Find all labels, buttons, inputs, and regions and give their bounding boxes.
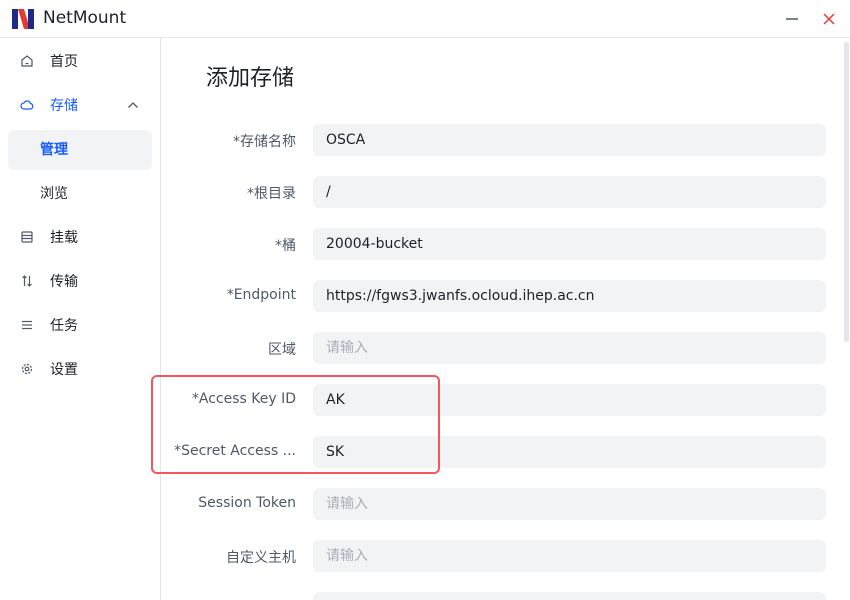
next-field-partial[interactable] [313,592,826,600]
sidebar-item-label: 设置 [50,362,78,378]
endpoint-label: *Endpoint [226,287,296,303]
list-icon [22,320,32,330]
sidebar-item-label: 首页 [50,54,78,70]
sidebar-item-tasks[interactable]: 任务 [8,306,152,346]
sidebar-item-settings[interactable]: 设置 [8,350,152,390]
page-title: 添加存储 [206,66,295,91]
form-row-root-dir: *根目录 [162,176,850,208]
root-dir-label: *根目录 [247,186,296,202]
drive-icon [21,231,33,243]
close-icon [823,13,835,25]
secret-access-key-input[interactable] [313,436,826,468]
sidebar-item-manage[interactable]: 管理 [8,130,152,170]
chevron-up-icon [128,102,138,108]
sidebar-item-transfer[interactable]: 传输 [8,262,152,302]
netmount-logo [12,9,34,29]
main-content: 添加存储 *存储名称 *根目录 *桶 *Endpoint 区域 *Access … [162,38,850,600]
gear-icon [21,363,33,375]
transfer-icon [22,275,32,287]
sidebar-item-label: 挂载 [50,230,78,246]
minimize-button[interactable] [781,8,803,30]
form-row-access-key-id: *Access Key ID [162,384,850,416]
form-row-session-token: Session Token [162,488,850,520]
session-token-label: Session Token [198,495,296,511]
scrollbar-thumb[interactable] [844,42,849,342]
sidebar-item-browse[interactable]: 浏览 [8,174,152,214]
home-icon [21,55,33,67]
sidebar-item-label: 传输 [50,274,78,290]
endpoint-input[interactable] [313,280,826,312]
storage-name-input[interactable] [313,124,826,156]
secret-access-key-label: *Secret Access ... [174,443,296,459]
sidebar-item-label: 浏览 [40,186,68,202]
form-row-endpoint: *Endpoint [162,280,850,312]
app-title: NetMount [43,8,127,28]
custom-host-input[interactable] [313,540,826,572]
minimize-icon [786,18,798,20]
sidebar-item-storage[interactable]: 存储 [8,86,152,126]
sidebar-item-label: 任务 [50,318,78,334]
cloud-icon [20,100,34,110]
access-key-id-label: *Access Key ID [191,391,296,407]
form-row-bucket: *桶 [162,228,850,260]
form-row-storage-name: *存储名称 [162,124,850,156]
sidebar: 首页 存储 管理 浏览 挂载 传输 任务 设置 [0,38,161,600]
root-dir-input[interactable] [313,176,826,208]
sidebar-item-home[interactable]: 首页 [8,42,152,82]
storage-name-label: *存储名称 [233,134,296,150]
form-row-secret-access-key: *Secret Access ... [162,436,850,468]
sidebar-item-label: 管理 [40,142,68,158]
form-row-region: 区域 [162,332,850,364]
sidebar-item-mount[interactable]: 挂载 [8,218,152,258]
region-input[interactable] [313,332,826,364]
region-label: 区域 [268,342,296,358]
session-token-input[interactable] [313,488,826,520]
bucket-label: *桶 [275,238,296,254]
close-button[interactable] [818,8,840,30]
access-key-id-input[interactable] [313,384,826,416]
bucket-input[interactable] [313,228,826,260]
sidebar-item-label: 存储 [50,98,78,114]
title-bar: NetMount [0,0,850,38]
form-row-custom-host: 自定义主机 [162,540,850,572]
custom-host-label: 自定义主机 [226,550,296,566]
scrollbar[interactable] [843,38,850,342]
